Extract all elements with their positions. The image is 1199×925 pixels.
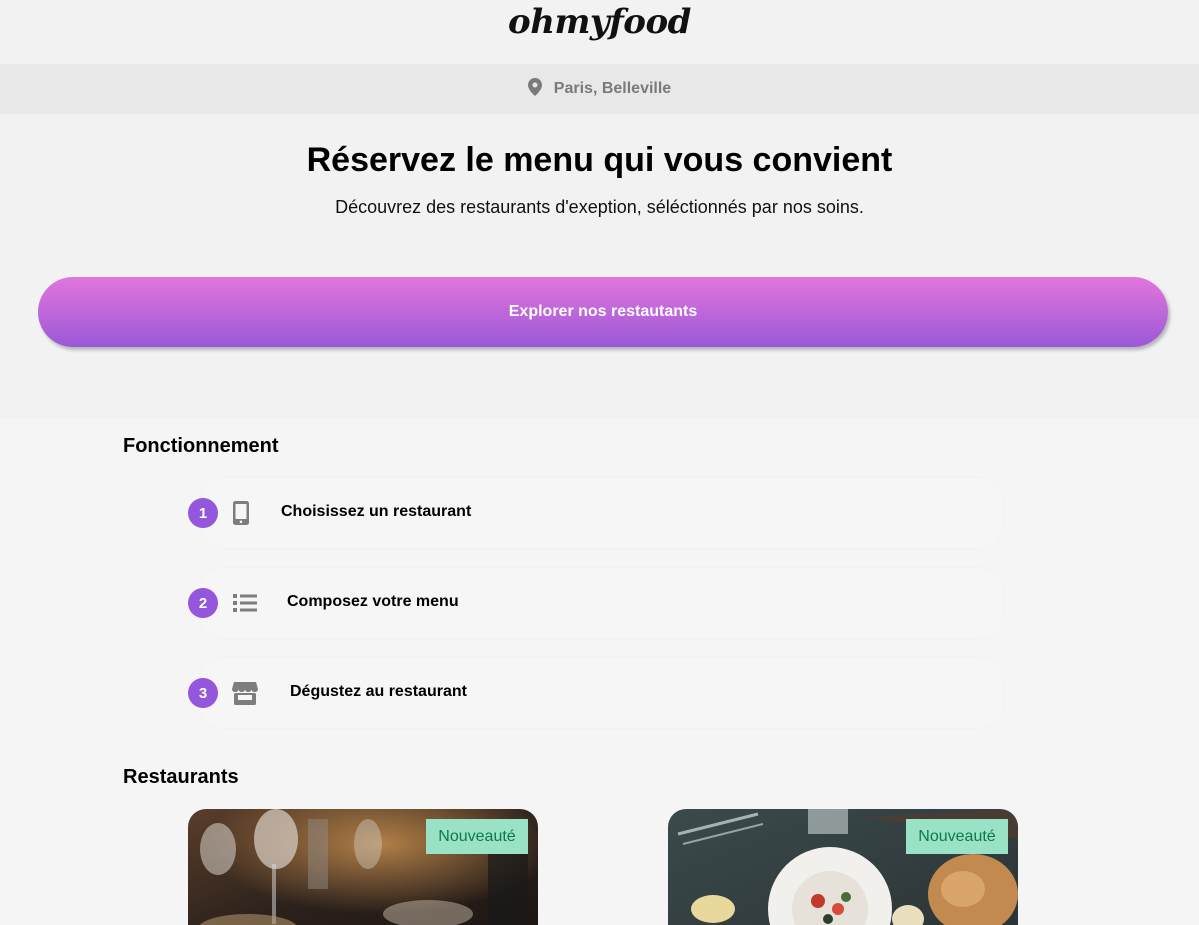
how-it-works-title: Fonctionnement — [123, 435, 279, 457]
restaurant-card[interactable]: Nouveauté — [668, 809, 1018, 925]
hero-section: Réservez le menu qui vous convient Décou… — [0, 114, 1199, 418]
map-pin-icon — [527, 77, 542, 101]
location-bar: Paris, Belleville — [0, 64, 1199, 114]
header: ohmyfood — [0, 0, 1199, 64]
explore-restaurants-button[interactable]: Explorer nos restautants — [38, 277, 1168, 347]
restaurant-card[interactable]: Nouveauté — [188, 809, 538, 925]
step-number-badge: 2 — [188, 588, 218, 618]
logo[interactable]: ohmyfood — [0, 2, 1199, 42]
store-icon — [231, 679, 259, 707]
step-number-badge: 3 — [188, 678, 218, 708]
new-badge: Nouveauté — [906, 819, 1008, 854]
step-label: Choisissez un restaurant — [281, 503, 472, 520]
hero-subtitle: Découvrez des restaurants d'exeption, sé… — [335, 197, 864, 217]
restaurants-title: Restaurants — [123, 766, 239, 788]
smartphone-icon — [227, 499, 255, 527]
step-label: Composez votre menu — [287, 593, 459, 610]
list-icon — [231, 589, 259, 617]
hero-title: Réservez le menu qui vous convient — [306, 141, 893, 179]
new-badge: Nouveauté — [426, 819, 528, 854]
location-text[interactable]: Paris, Belleville — [554, 80, 671, 98]
step-label: Dégustez au restaurant — [290, 683, 467, 700]
step-number-badge: 1 — [188, 498, 218, 528]
